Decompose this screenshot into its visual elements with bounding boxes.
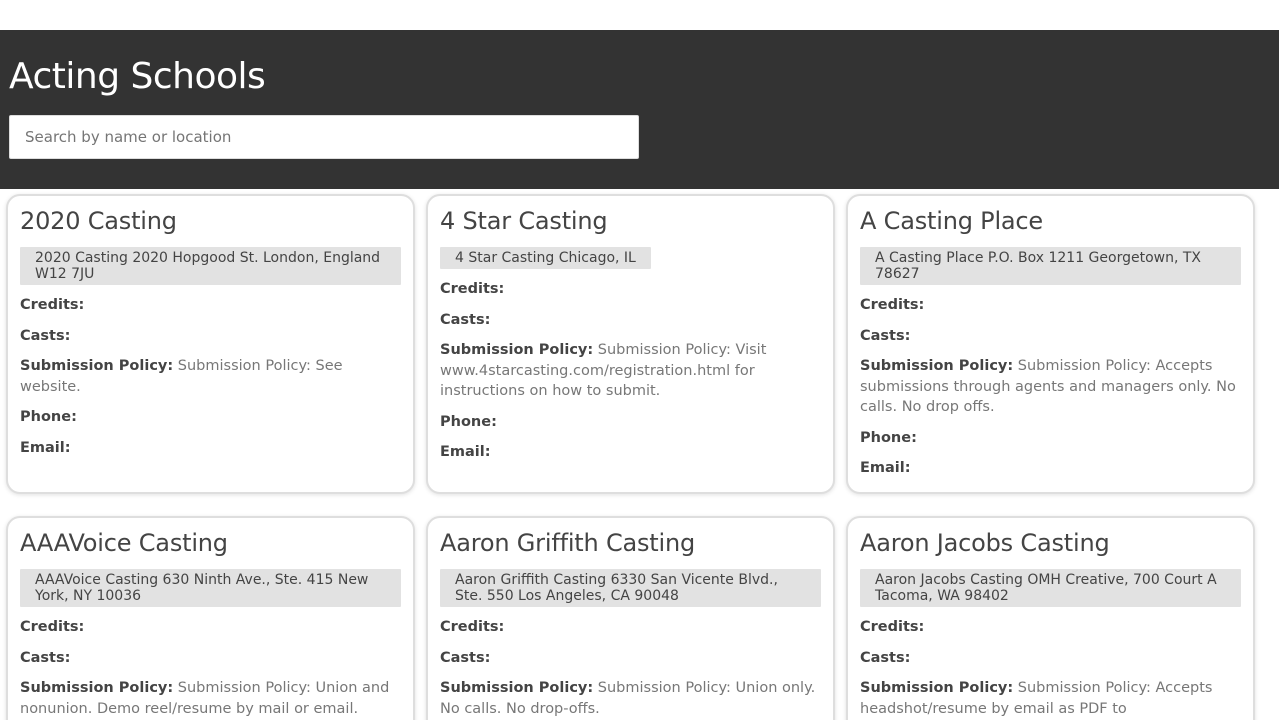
submission-policy-label: Submission Policy:	[440, 342, 594, 358]
submission-policy-label: Submission Policy:	[860, 358, 1014, 374]
phone-field: Phone:	[860, 428, 1241, 449]
school-card[interactable]: Aaron Jacobs Casting Aaron Jacobs Castin…	[846, 516, 1255, 720]
casts-label: Casts:	[20, 649, 71, 666]
credits-label: Credits:	[440, 281, 505, 297]
school-name: 2020 Casting	[20, 207, 177, 235]
casts-label: Casts:	[440, 649, 491, 666]
school-address: 4 Star Casting Chicago, IL	[440, 247, 651, 269]
school-card[interactable]: 2020 Casting 2020 Casting 2020 Hopgood S…	[6, 194, 415, 494]
casts-field: Casts:	[440, 310, 821, 331]
credits-field: Credits:	[20, 295, 401, 316]
email-field: Email:	[20, 438, 401, 459]
submission-policy-field: Submission Policy: Submission Policy: Se…	[20, 356, 401, 397]
school-name: 4 Star Casting	[440, 207, 608, 235]
email-field: Email:	[440, 442, 821, 463]
top-bar	[0, 0, 1279, 30]
credits-field: Credits:	[20, 617, 401, 638]
submission-policy-label: Submission Policy:	[860, 680, 1014, 696]
submission-policy-field: Submission Policy: Submission Policy: Un…	[440, 678, 821, 719]
credits-label: Credits:	[20, 297, 85, 313]
submission-policy-label: Submission Policy:	[440, 680, 594, 696]
school-address: Aaron Jacobs Casting OMH Creative, 700 C…	[860, 569, 1241, 607]
casts-field: Casts:	[20, 326, 401, 347]
casts-field: Casts:	[20, 648, 401, 669]
school-name: Aaron Jacobs Casting	[860, 529, 1110, 557]
email-field: Email:	[860, 458, 1241, 479]
credits-label: Credits:	[860, 619, 925, 635]
credits-field: Credits:	[860, 617, 1241, 638]
phone-label: Phone:	[20, 409, 77, 425]
school-name: Aaron Griffith Casting	[440, 529, 696, 557]
school-card[interactable]: A Casting Place A Casting Place P.O. Box…	[846, 194, 1255, 494]
school-address: A Casting Place P.O. Box 1211 Georgetown…	[860, 247, 1241, 285]
submission-policy-field: Submission Policy: Submission Policy: Ac…	[860, 678, 1241, 719]
casts-label: Casts:	[440, 311, 491, 328]
page-title: Acting Schools	[9, 56, 266, 97]
casts-field: Casts:	[860, 648, 1241, 669]
email-label: Email:	[20, 439, 71, 456]
casts-label: Casts:	[860, 649, 911, 666]
submission-policy-label: Submission Policy:	[20, 680, 174, 696]
casts-label: Casts:	[860, 327, 911, 344]
phone-field: Phone:	[440, 412, 821, 433]
casts-field: Casts:	[440, 648, 821, 669]
phone-field: Phone:	[20, 407, 401, 428]
submission-policy-label: Submission Policy:	[20, 358, 174, 374]
casts-field: Casts:	[860, 326, 1241, 347]
submission-policy-field: Submission Policy: Submission Policy: Ac…	[860, 356, 1241, 418]
submission-policy-field: Submission Policy: Submission Policy: Vi…	[440, 340, 821, 402]
credits-field: Credits:	[440, 279, 821, 300]
school-name: A Casting Place	[860, 207, 1043, 235]
school-card[interactable]: 4 Star Casting 4 Star Casting Chicago, I…	[426, 194, 835, 494]
credits-field: Credits:	[860, 295, 1241, 316]
school-address: AAAVoice Casting 630 Ninth Ave., Ste. 41…	[20, 569, 401, 607]
phone-label: Phone:	[440, 413, 497, 430]
school-address: Aaron Griffith Casting 6330 San Vicente …	[440, 569, 821, 607]
school-name: AAAVoice Casting	[20, 529, 228, 557]
school-card[interactable]: Aaron Griffith Casting Aaron Griffith Ca…	[426, 516, 835, 720]
search-input[interactable]	[9, 115, 639, 159]
page-header: Acting Schools	[0, 30, 1279, 189]
casts-label: Casts:	[20, 327, 71, 344]
school-address: 2020 Casting 2020 Hopgood St. London, En…	[20, 247, 401, 285]
submission-policy-field: Submission Policy: Submission Policy: Un…	[20, 678, 401, 720]
credits-label: Credits:	[440, 619, 505, 635]
credits-label: Credits:	[20, 619, 85, 635]
school-card[interactable]: AAAVoice Casting AAAVoice Casting 630 Ni…	[6, 516, 415, 720]
credits-field: Credits:	[440, 617, 821, 638]
email-label: Email:	[440, 444, 491, 460]
credits-label: Credits:	[860, 297, 925, 313]
email-label: Email:	[860, 460, 911, 476]
phone-label: Phone:	[860, 429, 917, 446]
